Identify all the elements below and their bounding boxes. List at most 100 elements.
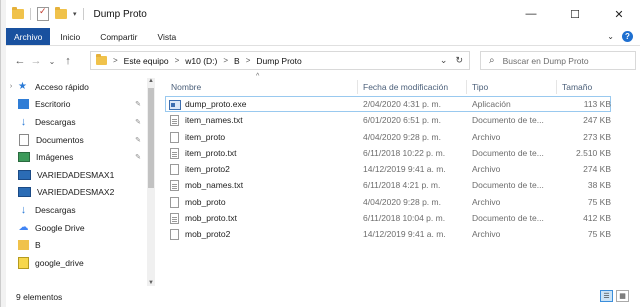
text-file-icon (170, 147, 179, 159)
file-date: 14/12/2019 9:41 a. m. (363, 164, 446, 175)
customize-toolbar-icon[interactable]: ▾ (73, 10, 77, 18)
new-folder-icon[interactable] (55, 7, 67, 19)
file-name: item_names.txt (185, 115, 243, 126)
close-button[interactable]: ✕ (597, 0, 640, 28)
scrollbar-thumb[interactable] (148, 88, 154, 188)
sidebar-item-variedadesmax2[interactable]: VARIEDADESMAX2 (6, 184, 153, 202)
file-name: mob_proto2 (185, 229, 231, 240)
file-type: Archivo (472, 229, 501, 240)
properties-icon[interactable] (37, 6, 49, 21)
file-type: Archivo (472, 164, 501, 175)
file-size: 412 KB (583, 213, 611, 224)
file-size: 38 KB (587, 180, 611, 191)
navigation-row: ← → ⌄ ↑ > Este equipo > w10 (D:) > B > D… (6, 46, 640, 76)
search-input[interactable]: ⌕ Buscar en Dump Proto (480, 51, 636, 70)
file-size: 274 KB (583, 164, 611, 175)
ribbon-tabs: Archivo Inicio Compartir Vista ⌄ ? (6, 28, 640, 46)
sidebar-item-b[interactable]: B (6, 236, 153, 254)
file-row[interactable]: item_proto 4/04/2020 9:28 p. m. Archivo … (161, 129, 633, 145)
desktop-icon (18, 99, 29, 110)
sidebar-item-variedadesmax1[interactable]: VARIEDADESMAX1 (6, 166, 153, 184)
text-file-icon (170, 115, 179, 127)
file-name: item_proto (185, 131, 226, 142)
pin-icon[interactable]: ✎ (135, 136, 141, 144)
column-divider[interactable] (556, 80, 557, 94)
column-divider[interactable] (357, 80, 358, 94)
file-date: 6/11/2018 4:21 p. m. (363, 180, 441, 191)
scroll-up-icon[interactable]: ▲ (147, 78, 155, 84)
pin-icon[interactable]: ✎ (135, 153, 141, 161)
file-size: 273 KB (583, 131, 611, 142)
sidebar-item-acceso-rapido[interactable]: › ★ Acceso rápido (6, 78, 153, 96)
forward-button[interactable]: → (28, 55, 44, 67)
file-name: mob_proto (185, 196, 226, 207)
recent-locations-icon[interactable]: ⌄ (44, 57, 60, 66)
sidebar-scrollbar[interactable]: ▲ ▼ (147, 78, 155, 286)
expand-ribbon-icon[interactable]: ⌄ (607, 32, 614, 41)
tab-compartir[interactable]: Compartir (90, 28, 147, 45)
file-row[interactable]: dump_proto.exe 2/04/2020 4:31 p. m. Apli… (161, 96, 633, 113)
column-header-type[interactable]: Tipo (472, 82, 488, 92)
large-icons-view-icon[interactable]: ▦ (616, 290, 629, 302)
file-size: 2.510 KB (576, 147, 611, 158)
file-date: 4/04/2020 9:28 p. m. (363, 196, 441, 207)
refresh-icon[interactable]: ↻ (455, 55, 463, 66)
application-icon (169, 100, 181, 110)
sidebar-item-label: Acceso rápido (35, 81, 89, 92)
column-header-name[interactable]: Nombre (171, 82, 201, 92)
tab-vista[interactable]: Vista (148, 28, 187, 45)
breadcrumb-w10[interactable]: w10 (D:) (185, 56, 217, 66)
column-header-size[interactable]: Tamaño (562, 82, 592, 92)
pictures-icon (18, 152, 30, 163)
divider (82, 8, 84, 20)
address-bar[interactable]: > Este equipo > w10 (D:) > B > Dump Prot… (90, 51, 470, 70)
details-view-icon[interactable]: ☰ (600, 290, 613, 302)
file-name: dump_proto.exe (185, 99, 247, 109)
window-controls: — ☐ ✕ (509, 0, 640, 28)
sidebar-item-google-drive-folder[interactable]: google_drive (6, 254, 153, 272)
back-button[interactable]: ← (12, 55, 28, 67)
address-history-dropdown-icon[interactable]: ⌄ (440, 55, 448, 66)
status-bar: 9 elementos ☰ ▦ (6, 286, 640, 307)
tab-archivo[interactable]: Archivo (6, 28, 51, 45)
sidebar-item-imagenes[interactable]: Imágenes ✎ (6, 148, 153, 166)
file-name: item_proto.txt (185, 147, 237, 158)
column-divider[interactable] (466, 80, 467, 94)
sidebar-item-descargas-2[interactable]: ↓ Descargas (6, 201, 153, 219)
help-icon[interactable]: ? (622, 31, 633, 42)
file-row[interactable]: mob_names.txt 6/11/2018 4:21 p. m. Docum… (161, 177, 633, 193)
minimize-button[interactable]: — (509, 0, 553, 28)
file-row[interactable]: item_proto.txt 6/11/2018 10:22 p. m. Doc… (161, 145, 633, 161)
tab-inicio[interactable]: Inicio (50, 28, 90, 45)
breadcrumb-este-equipo[interactable]: Este equipo (124, 56, 169, 66)
file-icon (170, 229, 179, 241)
view-toggle-group: ☰ ▦ (600, 290, 629, 302)
file-row[interactable]: item_proto2 14/12/2019 9:41 a. m. Archiv… (161, 161, 633, 177)
sidebar-item-documentos[interactable]: Documentos ✎ (6, 131, 153, 149)
file-type: Aplicación (472, 99, 511, 109)
breadcrumb-b[interactable]: B (234, 56, 240, 66)
file-row[interactable]: mob_proto 4/04/2020 9:28 p. m. Archivo 7… (161, 194, 633, 210)
file-row[interactable]: item_names.txt 6/01/2020 6:51 p. m. Docu… (161, 112, 633, 128)
sidebar-item-google-drive[interactable]: ☁ Google Drive (6, 219, 153, 237)
pin-icon[interactable]: ✎ (135, 100, 141, 108)
text-file-icon (170, 180, 179, 192)
breadcrumb-dump-proto[interactable]: Dump Proto (256, 56, 301, 66)
folder-icon[interactable] (12, 7, 24, 19)
maximize-button[interactable]: ☐ (553, 0, 597, 28)
file-row[interactable]: mob_proto2 14/12/2019 9:41 a. m. Archivo… (161, 226, 633, 242)
sidebar-item-descargas[interactable]: ↓ Descargas ✎ (6, 113, 153, 131)
gdrive-folder-icon (18, 256, 29, 269)
column-header-date[interactable]: Fecha de modificación (363, 82, 448, 92)
file-row[interactable]: mob_proto.txt 6/11/2018 10:04 p. m. Docu… (161, 210, 633, 226)
file-date: 14/12/2019 9:41 a. m. (363, 229, 446, 240)
file-type: Documento de te... (472, 115, 544, 126)
sidebar-item-escritorio[interactable]: Escritorio ✎ (6, 96, 153, 114)
breadcrumb-separator: > (245, 56, 251, 65)
sidebar-item-label: Descargas (35, 204, 76, 215)
pin-icon[interactable]: ✎ (135, 118, 141, 126)
search-placeholder: Buscar en Dump Proto (502, 55, 589, 66)
expand-arrow-icon[interactable]: › (6, 83, 16, 90)
up-button[interactable]: ↑ (60, 55, 76, 67)
file-date: 6/11/2018 10:04 p. m. (363, 213, 446, 224)
